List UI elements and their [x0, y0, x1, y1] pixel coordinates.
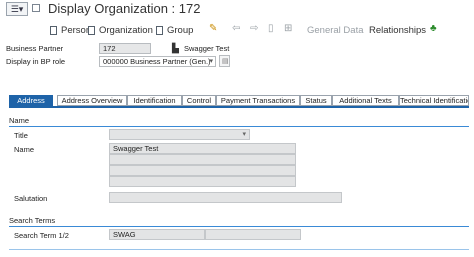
person-tree-icon[interactable]: ♣ [430, 24, 437, 34]
role-change-button[interactable]: ▤ [219, 55, 230, 67]
section-divider [9, 226, 469, 227]
tab-status[interactable]: Status [300, 95, 332, 106]
application-toolbar: Person Organization Group ✎ ⇦ ⇨ ▯ ⊞ Gene… [0, 19, 474, 41]
organization-icon: ▙ [172, 43, 179, 53]
tab-address[interactable]: Address [9, 95, 53, 106]
tab-payment-transactions[interactable]: Payment Transactions [216, 95, 300, 106]
name2-field[interactable] [109, 154, 296, 165]
search-term-1-field[interactable]: SWAG [109, 229, 205, 240]
name4-field[interactable] [109, 176, 296, 187]
name-section: Name Title ▾ Name Swagger Test Salutatio… [9, 116, 469, 208]
chevron-down-icon: ▾ [209, 58, 213, 65]
bp-number-field[interactable]: 172 [99, 43, 151, 54]
document-icon [156, 25, 163, 35]
section-divider [9, 126, 469, 127]
back-arrow-icon[interactable]: ⇦ [232, 24, 240, 34]
edit-icon: ▤ [222, 58, 229, 65]
document-icon [88, 25, 95, 35]
name-label: Name [14, 145, 35, 154]
title-bar: ☰▾ Display Organization : 172 [0, 0, 474, 18]
window-icon[interactable] [32, 4, 40, 12]
bp-name-text: Swagger Test [184, 44, 230, 53]
organization-button[interactable]: Organization [88, 21, 153, 39]
tab-address-overview[interactable]: Address Overview [57, 95, 127, 106]
menu-icon: ☰▾ [10, 3, 24, 14]
person-button[interactable]: Person [50, 21, 91, 39]
section-title: Name [9, 116, 30, 125]
menu-button[interactable]: ☰▾ [6, 2, 28, 16]
search-terms-section: Search Terms Search Term 1/2 SWAG [9, 216, 469, 256]
section-divider [9, 249, 469, 250]
tab-identification[interactable]: Identification [127, 95, 182, 106]
name1-field[interactable]: Swagger Test [109, 143, 296, 154]
page-title: Display Organization : 172 [48, 1, 201, 16]
section-title: Search Terms [9, 216, 56, 225]
chevron-down-icon: ▾ [242, 131, 246, 138]
title-label: Title [14, 131, 28, 140]
tab-additional-texts[interactable]: Additional Texts [332, 95, 399, 106]
bp-label: Business Partner [6, 44, 64, 53]
relationships-label: Relationships [369, 24, 427, 36]
group-label: Group [167, 24, 194, 36]
salutation-label: Salutation [14, 194, 48, 203]
person-label: Person [61, 24, 92, 36]
role-label: Display in BP role [6, 57, 66, 66]
general-data-button[interactable]: General Data [307, 21, 364, 39]
salutation-field[interactable] [109, 192, 342, 203]
organization-label: Organization [99, 24, 153, 36]
search-term-label: Search Term 1/2 [14, 231, 69, 240]
title-dropdown[interactable]: ▾ [109, 129, 250, 140]
tab-technical-identification[interactable]: Technical Identification [399, 95, 469, 106]
name3-field[interactable] [109, 165, 296, 176]
group-button[interactable]: Group [156, 21, 193, 39]
tab-control[interactable]: Control [182, 95, 216, 106]
tab-underline [9, 106, 469, 108]
general-data-label: General Data [307, 24, 364, 36]
document-icon [50, 25, 57, 35]
forward-arrow-icon[interactable]: ⇨ [250, 24, 258, 34]
role-value: 000000 Business Partner (Gen.) [103, 57, 211, 66]
hierarchy-icon[interactable]: ⊞ [284, 24, 292, 34]
switch-icon[interactable]: ✎ [209, 24, 217, 34]
search-term-2-field[interactable] [205, 229, 301, 240]
role-dropdown[interactable]: 000000 Business Partner (Gen.) ▾ [99, 56, 216, 67]
tab-strip: Address Address Overview Identification … [9, 95, 469, 106]
relationships-button[interactable]: Relationships [369, 21, 426, 39]
page-icon[interactable]: ▯ [268, 24, 274, 34]
